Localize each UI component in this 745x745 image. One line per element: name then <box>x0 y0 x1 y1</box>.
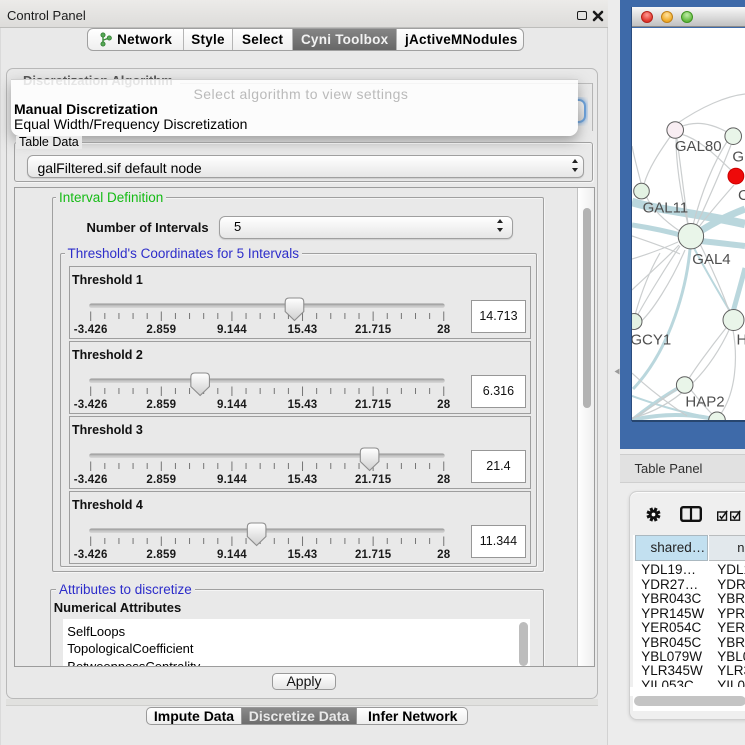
svg-text:21.715: 21.715 <box>355 549 392 561</box>
svg-text:2.859: 2.859 <box>146 324 176 336</box>
svg-text:2.859: 2.859 <box>146 399 176 411</box>
svg-text:15.43: 15.43 <box>287 324 317 336</box>
svg-text:28: 28 <box>437 324 451 336</box>
svg-text:9.144: 9.144 <box>217 474 247 486</box>
svg-text:HAP2: HAP2 <box>685 394 724 411</box>
svg-text:GAL80: GAL80 <box>675 138 722 155</box>
svg-text:-3.426: -3.426 <box>74 324 108 336</box>
svg-text:9.144: 9.144 <box>217 399 247 411</box>
svg-text:28: 28 <box>437 399 451 411</box>
svg-text:-3.426: -3.426 <box>74 549 108 561</box>
svg-text:15.43: 15.43 <box>287 399 317 411</box>
svg-text:2.859: 2.859 <box>146 474 176 486</box>
svg-text:15.43: 15.43 <box>287 549 317 561</box>
svg-text:21.715: 21.715 <box>355 474 392 486</box>
svg-text:G.: G. <box>732 149 745 166</box>
svg-text:9.144: 9.144 <box>217 549 247 561</box>
svg-text:2.859: 2.859 <box>146 549 176 561</box>
svg-text:-3.426: -3.426 <box>74 474 108 486</box>
svg-text:15.43: 15.43 <box>287 474 317 486</box>
svg-text:21.715: 21.715 <box>355 399 392 411</box>
svg-text:28: 28 <box>437 474 451 486</box>
svg-text:28: 28 <box>437 549 451 561</box>
svg-text:GAL11: GAL11 <box>643 200 689 217</box>
svg-text:GAL4: GAL4 <box>692 251 730 268</box>
svg-text:H: H <box>737 332 745 349</box>
svg-text:GCY1: GCY1 <box>632 332 671 349</box>
svg-text:C: C <box>738 187 745 204</box>
svg-text:9.144: 9.144 <box>217 324 247 336</box>
svg-text:21.715: 21.715 <box>355 324 392 336</box>
svg-text:-3.426: -3.426 <box>74 399 108 411</box>
